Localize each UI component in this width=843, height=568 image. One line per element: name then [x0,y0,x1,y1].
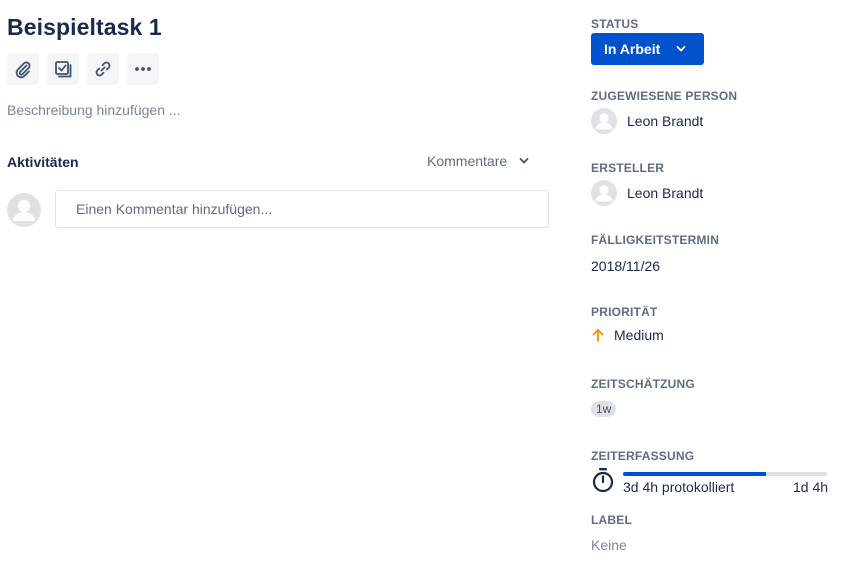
user-avatar-icon [7,193,41,227]
assignee-label: ZUGEWIESENE PERSON [591,89,738,103]
priority-arrow-up-icon [592,329,604,342]
time-tracking-progress[interactable] [623,472,827,476]
attachment-icon [15,61,31,79]
reporter-field[interactable]: Leon Brandt [591,180,703,206]
assignee-name: Leon Brandt [627,113,704,129]
time-remaining: 1d 4h [793,479,829,495]
reporter-label: ERSTELLER [591,161,665,175]
due-date-value[interactable]: 2018/11/26 [591,258,660,274]
priority-value: Medium [614,327,664,343]
issue-toolbar [7,53,159,85]
comment-input[interactable]: Einen Kommentar hinzufügen... [55,190,549,228]
reporter-name: Leon Brandt [627,185,704,201]
attach-button[interactable] [7,53,39,85]
time-tracking-progress-fill [623,472,766,476]
labels-label: LABEL [591,513,632,527]
priority-label: PRIORITÄT [591,305,658,319]
avatar-icon [591,180,617,206]
issue-title[interactable]: Beispieltask 1 [7,14,162,41]
status-value: In Arbeit [604,41,661,57]
due-date-label: FÄLLIGKEITSTERMIN [591,233,720,247]
priority-field[interactable]: Medium [591,327,664,343]
description-field[interactable]: Beschreibung hinzufügen ... [7,102,181,118]
time-tracking-label: ZEITERFASSUNG [591,449,695,463]
avatar-icon [591,108,617,134]
time-logged: 3d 4h protokolliert [623,479,735,495]
status-label: STATUS [591,17,639,31]
chevron-down-icon [519,158,529,164]
labels-value[interactable]: Keine [591,537,627,553]
estimate-label: ZEITSCHÄTZUNG [591,377,695,391]
more-icon [135,67,151,71]
activity-heading: Aktivitäten [7,154,79,170]
estimate-badge[interactable]: 1w [591,401,617,417]
assignee-field[interactable]: Leon Brandt [591,108,703,134]
link-icon [95,61,111,77]
create-subtask-button[interactable] [47,53,79,85]
activity-filter-label: Kommentare [427,153,508,169]
stopwatch-icon [592,468,614,493]
comment-placeholder: Einen Kommentar hinzufügen... [76,201,273,217]
status-button[interactable]: In Arbeit [591,33,704,65]
activity-filter-dropdown[interactable]: Kommentare [427,153,529,169]
link-issue-button[interactable] [87,53,119,85]
subtask-icon [55,61,72,78]
chevron-down-icon [676,46,686,52]
more-actions-button[interactable] [127,53,159,85]
